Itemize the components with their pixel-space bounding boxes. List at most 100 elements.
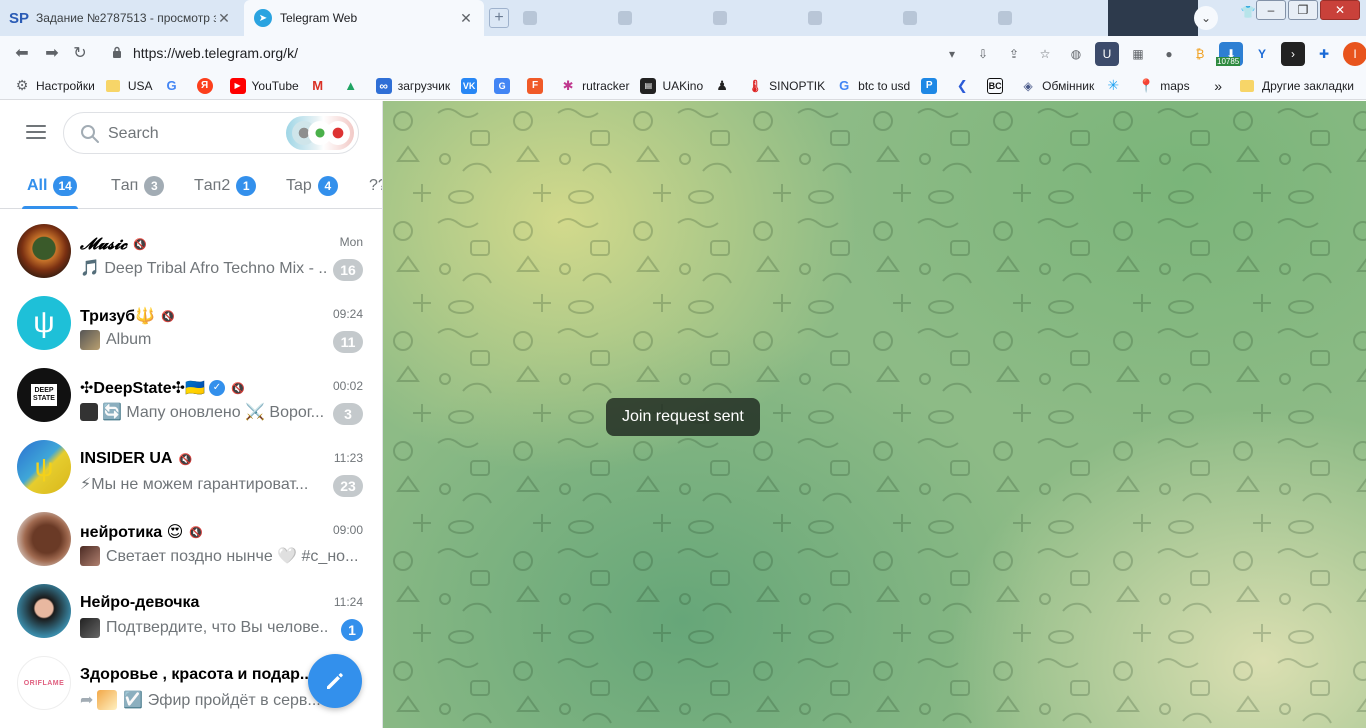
bookmark-snowflake[interactable]: ✳ (1105, 77, 1127, 94)
muted-icon: 🔇 (161, 310, 175, 323)
close-tab-icon[interactable]: ✕ (458, 10, 474, 27)
vk-icon: VK (461, 77, 478, 94)
close-tab-icon[interactable]: ✕ (216, 10, 232, 27)
folder-label: All (27, 177, 48, 194)
lock-icon[interactable] (112, 46, 122, 58)
folder-count-badge: 1 (236, 176, 257, 196)
new-tab-button[interactable]: + (489, 8, 509, 28)
forward-icon: ➦ (80, 692, 94, 709)
album-thumbnail (80, 330, 100, 350)
bookmark-k[interactable]: ❮ (954, 78, 976, 94)
theme-shirt-icon[interactable]: 👕 (1240, 5, 1256, 21)
background-tab[interactable] (515, 0, 610, 36)
forward-arrow-icon[interactable]: ➡ (42, 44, 62, 64)
bookmark-p[interactable]: P (921, 77, 943, 94)
active-tab-indicator (22, 206, 78, 209)
bookmark-yandex[interactable]: Я (196, 77, 219, 94)
background-tab[interactable] (705, 0, 800, 36)
bookmark-btc[interactable]: Gbtc to usd (836, 78, 910, 94)
chat-title: нейротика 😍 (80, 524, 184, 541)
bookmark-rutracker[interactable]: ✱ rutracker (560, 78, 630, 94)
chat-item-neirotika[interactable]: нейротика 😍 🔇 09:00 Светает поздно нынче … (0, 503, 382, 575)
chat-title: Тризуб🔱 (80, 308, 156, 325)
bookmark-vk[interactable]: VK (461, 77, 483, 94)
avatar: ψ (17, 296, 71, 350)
bookmark-drive[interactable]: ▲ (343, 78, 365, 94)
bookmark-translate[interactable]: G (494, 77, 516, 94)
bookmark-f[interactable]: F (527, 77, 549, 94)
background-tab[interactable] (610, 0, 705, 36)
background-tab[interactable] (800, 0, 895, 36)
dropdown-icon[interactable]: ▾ (940, 42, 964, 66)
profile-avatar[interactable]: I (1343, 42, 1366, 66)
unread-badge: 23 (333, 475, 363, 497)
chat-list: 𝓜𝓾𝓼𝓲𝓬 🔇 Mon 🎵 Deep Tribal Afro Techno Mix… (0, 211, 382, 728)
chat-item-insider-ua[interactable]: ψ INSIDER UA 🔇 11:23 ⚡Мы не можем гаранти… (0, 431, 382, 503)
youtube-icon: ▶ (229, 77, 246, 94)
bookmark-downloader[interactable]: ∞ загрузчик (375, 77, 450, 94)
bookmark-gmail[interactable]: M (310, 78, 332, 94)
reload-icon[interactable]: ↻ (70, 44, 90, 64)
folder-label: Tап (111, 177, 139, 194)
back-arrow-icon[interactable]: ⬅ (12, 44, 32, 64)
extension-icon[interactable]: ▦ (1126, 42, 1150, 66)
browser-tab-task[interactable]: SP Задание №2787513 - просмотр з ✕ (0, 0, 242, 36)
chat-item-deepstate[interactable]: DEEP STATE ✣DeepState✣🇺🇦 ✓ 🔇 00:02 🔄 Мапу о… (0, 359, 382, 431)
background-tab[interactable] (990, 0, 1085, 36)
minimize-button[interactable]: – (1256, 0, 1286, 20)
tab-search-chevron-icon[interactable]: ⌄ (1194, 6, 1218, 30)
chat-item-neuro-girl[interactable]: Нейро-девочка 11:24 Подтвердите, что Вы … (0, 575, 382, 647)
background-tab[interactable] (895, 0, 990, 36)
bookmark-youtube[interactable]: ▶ YouTube (229, 77, 299, 94)
tab-tap2[interactable]: Tап2 1 (194, 176, 257, 196)
bookmark-star-icon[interactable]: ☆ (1033, 42, 1057, 66)
bookmark-label: btc to usd (858, 78, 911, 93)
ublock-icon[interactable]: U (1095, 42, 1119, 66)
bookmark-bc[interactable]: BC (987, 77, 1009, 94)
bookmark-settings[interactable]: ⚙ Настройки (14, 77, 95, 94)
maximize-button[interactable]: ❐ (1288, 0, 1318, 20)
bookmark-uakino[interactable]: ▤ UAKino (640, 77, 703, 94)
menu-hamburger-icon[interactable] (26, 125, 46, 139)
bookmarks-overflow-button[interactable]: » (1214, 78, 1222, 94)
browser-tab-telegram[interactable]: ➤ Telegram Web ✕ (244, 0, 484, 36)
chat-item-tryzub[interactable]: ψ Тризуб🔱 🔇 09:24 Album 11 (0, 287, 382, 359)
terminal-extension-icon[interactable]: › (1281, 42, 1305, 66)
tab-all[interactable]: All 14 (27, 176, 77, 196)
google-icon: G (839, 78, 850, 93)
globe-extension-icon[interactable]: ◍ (1064, 42, 1088, 66)
bookmark-usa[interactable]: USA (105, 78, 153, 93)
other-bookmarks[interactable]: Другие закладки (1262, 79, 1354, 93)
address-bar[interactable]: https://web.telegram.org/k/ (133, 45, 298, 61)
install-app-icon[interactable]: ⇩ (971, 42, 995, 66)
window-controls: – ❐ ✕ (1256, 0, 1360, 22)
join-request-toast: Join request sent (606, 398, 760, 436)
bookmark-pawn[interactable]: ♟ (714, 78, 736, 94)
tab-more[interactable]: ?? (369, 176, 382, 196)
close-window-button[interactable]: ✕ (1320, 0, 1360, 20)
bookmark-label: USA (127, 78, 153, 93)
chat-item-music[interactable]: 𝓜𝓾𝓼𝓲𝓬 🔇 Mon 🎵 Deep Tribal Afro Techno Mix… (0, 215, 382, 287)
bitcoin-extension-icon[interactable]: ₿ (1188, 42, 1212, 66)
chat-name: Тризуб🔱 🔇 (80, 306, 330, 326)
search-input[interactable] (108, 123, 278, 145)
bookmark-label: maps (1160, 78, 1190, 93)
bookmark-exchange[interactable]: ◈ Обмінник (1020, 78, 1095, 94)
download-extension-icon[interactable]: ⬇ 10785 (1216, 42, 1243, 66)
photo-thumbnail (97, 690, 118, 710)
bookmark-maps[interactable]: 📍 maps (1138, 78, 1189, 94)
new-message-button[interactable] (308, 654, 362, 708)
gear-icon: ⚙ (15, 77, 29, 93)
search-stickers[interactable] (286, 116, 354, 150)
bookmark-google[interactable]: G (164, 78, 186, 94)
tab-tap-3[interactable]: Tap 4 (286, 176, 338, 196)
share-icon[interactable]: ⇪ (1002, 42, 1026, 66)
chat-time: 09:00 (332, 523, 363, 537)
coin-extension-icon[interactable]: ● (1157, 42, 1181, 66)
puzzle-extensions-icon[interactable]: ✚ (1312, 42, 1336, 66)
chat-name: Здоровье , красота и подар... (80, 666, 330, 684)
tab-tap[interactable]: Tап 3 (111, 176, 165, 196)
search-box[interactable] (63, 112, 359, 154)
bookmark-sinoptik[interactable]: 🌡 SINOPTIK (747, 78, 826, 94)
y-extension-icon[interactable]: Y (1250, 42, 1274, 66)
